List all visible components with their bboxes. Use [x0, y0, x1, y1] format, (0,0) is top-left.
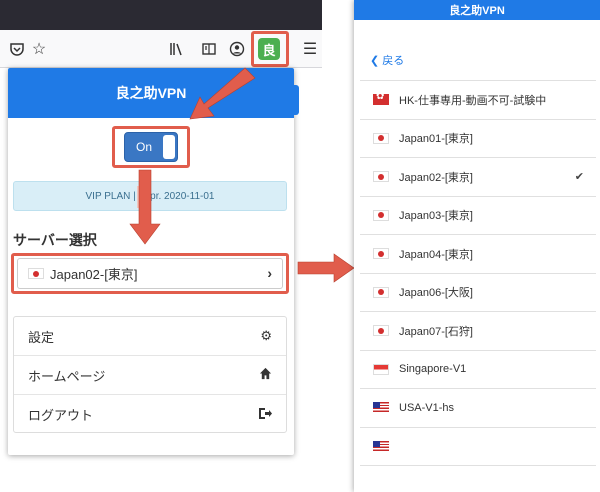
menu-item-label: ホームページ	[28, 368, 106, 384]
server-list-item[interactable]: Japan06-[大阪]	[360, 274, 596, 312]
background-page-edge	[293, 85, 299, 115]
server-list-panel: 良之助VPN ❮ 戻る HK-仕事専用-動画不可-試験中 Japan01-[東京]…	[354, 0, 600, 492]
menu-icon[interactable]: ☰	[299, 38, 321, 60]
singapore-flag-icon	[373, 363, 389, 375]
highlight-toggle	[112, 126, 190, 168]
server-label: Japan07-[石狩]	[399, 325, 473, 338]
menu-item-settings[interactable]: 設定 ⚙	[14, 317, 286, 356]
gear-icon: ⚙	[260, 328, 272, 343]
hong-kong-flag-icon	[373, 91, 389, 106]
usa-flag-icon	[373, 402, 389, 414]
popup-title: 良之助VPN	[8, 68, 294, 118]
reader-view-icon[interactable]	[198, 38, 220, 60]
japan-flag-icon	[373, 171, 389, 183]
server-label: Japan04-[東京]	[399, 248, 473, 261]
browser-titlebar	[0, 0, 322, 30]
japan-flag-icon	[373, 325, 389, 337]
server-label: USA-V1-hs	[399, 401, 455, 414]
japan-flag-icon	[373, 248, 389, 260]
menu-item-logout[interactable]: ログアウト	[14, 395, 286, 434]
server-list-item[interactable]: Japan01-[東京]	[360, 120, 596, 158]
menu-item-homepage[interactable]: ホームページ	[14, 356, 286, 395]
server-label: Japan01-[東京]	[399, 133, 473, 146]
logout-icon	[258, 407, 272, 423]
back-label: 戻る	[382, 55, 405, 67]
highlight-extension-icon	[251, 31, 289, 67]
arrow-shaft-overlap	[137, 186, 148, 208]
chevron-left-icon: ❮	[370, 55, 380, 67]
menu-item-label: 設定	[28, 329, 55, 345]
server-list-item[interactable]: Japan02-[東京] ✔	[360, 158, 596, 197]
server-label: Singapore-V1	[399, 363, 467, 376]
usa-flag-icon	[373, 440, 389, 452]
server-list-item[interactable]: HK-仕事専用-動画不可-試験中	[360, 81, 596, 120]
screenshot-stage: ☆ ☰ 良 良之助VPN On VIP PLAN | Expr. 2020-11…	[0, 0, 600, 492]
checkmark-icon: ✔	[574, 171, 584, 184]
account-icon[interactable]	[226, 38, 248, 60]
highlight-server-select	[11, 253, 289, 294]
server-list-item[interactable]: Japan03-[東京]	[360, 197, 596, 235]
japan-flag-icon	[373, 286, 389, 298]
server-list-item[interactable]: USA-V1-hs	[360, 389, 596, 428]
pocket-icon[interactable]	[6, 38, 28, 60]
server-list-item[interactable]: Japan07-[石狩]	[360, 312, 596, 351]
menu-item-label: ログアウト	[28, 408, 94, 423]
server-label: Japan02-[東京]	[399, 171, 473, 184]
library-icon[interactable]	[166, 38, 188, 60]
server-label: Japan06-[大阪]	[399, 287, 473, 300]
server-label: Japan03-[東京]	[399, 210, 473, 223]
plan-status-bar: VIP PLAN | Expr. 2020-11-01	[13, 181, 287, 211]
japan-flag-icon	[373, 132, 389, 144]
popup-menu: 設定 ⚙ ホームページ ログアウト	[13, 316, 287, 433]
server-label: HK-仕事専用-動画不可-試験中	[399, 94, 547, 107]
home-icon	[259, 367, 272, 383]
server-panel-title: 良之助VPN	[354, 0, 600, 20]
server-list-item[interactable]	[360, 428, 596, 466]
arrow-server-to-list	[297, 253, 355, 283]
server-list-item[interactable]: Singapore-V1	[360, 351, 596, 389]
server-section-title: サーバー選択	[13, 232, 97, 248]
japan-flag-icon	[373, 209, 389, 221]
server-list: HK-仕事専用-動画不可-試験中 Japan01-[東京] Japan02-[東京]…	[360, 80, 596, 466]
server-list-item[interactable]: Japan04-[東京]	[360, 235, 596, 274]
bookmark-star-icon[interactable]: ☆	[28, 38, 50, 60]
back-link[interactable]: ❮ 戻る	[370, 52, 404, 68]
